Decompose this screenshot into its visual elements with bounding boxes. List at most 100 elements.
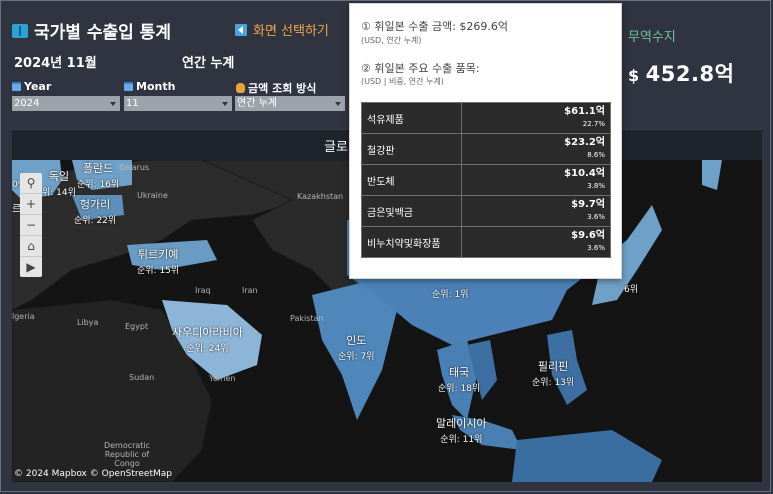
method-select[interactable]: 연간 누계 (235, 96, 345, 111)
country-rank: 순위: 24위 (186, 344, 229, 354)
label-japan: 6위 (624, 281, 638, 295)
item-share: 3.6% (587, 244, 605, 252)
geo-label: lgeria (12, 312, 35, 321)
item-value: $9.6억 (571, 230, 605, 241)
back-arrow-icon (235, 23, 247, 36)
label-saudi-arabia: 사우디아라비아 순위: 24위 (172, 324, 243, 354)
geo-label: Belarus (119, 163, 150, 172)
country-rank: 6위 (624, 285, 639, 295)
method-label: 금액 조회 방식 (248, 82, 317, 95)
table-row: 철강판 $23.2억 8.6% (361, 133, 611, 165)
tooltip-main-items: ② 휘일본 주요 수출 품목: (361, 62, 480, 75)
tooltip-main-items-sub: (USD | 비중, 연간 누계) (361, 77, 444, 86)
play-icon[interactable]: ▶ (20, 257, 42, 277)
zoom-out-button[interactable]: − (20, 215, 42, 236)
month-filter-label: Month (124, 80, 175, 93)
item-value-cell: $23.2억 8.6% (461, 133, 611, 165)
trade-balance-value: $452.8억 (628, 58, 734, 88)
country-rank: 순위: 15위 (137, 266, 180, 276)
item-value-cell: $9.6억 3.6% (461, 226, 611, 258)
label-china: 순위: 1위 (432, 286, 468, 300)
item-name: 반도체 (361, 164, 462, 196)
item-value-cell: $61.1억 22.7% (461, 102, 611, 134)
table-row: 비누치약및화장품 $9.6억 3.6% (361, 226, 611, 258)
country-name: 독일 (48, 170, 70, 183)
currency-symbol: $ (628, 66, 640, 85)
label-turkey: 튀르키예 순위: 15위 (137, 246, 179, 276)
item-share: 3.8% (587, 182, 605, 190)
item-share: 8.6% (587, 151, 605, 159)
current-date: 2024년 11월 (14, 56, 97, 71)
country-rank: 순위: 16위 (77, 180, 120, 190)
item-name: 비누치약및화장품 (361, 226, 462, 258)
item-value: $9.7억 (571, 199, 605, 210)
country-rank: 순위: 13위 (532, 378, 575, 388)
label-malaysia: 말레이시아 순위: 11위 (436, 415, 487, 445)
geo-label: Iran (242, 286, 258, 295)
item-name: 금은및백금 (361, 195, 462, 227)
item-value: $10.4억 (564, 168, 605, 179)
table-row: 금은및백금 $9.7억 3.6% (361, 195, 611, 227)
country-name: 필리핀 (537, 360, 569, 373)
month-value: 11 (126, 98, 139, 109)
trade-balance-amount: 452.8억 (645, 62, 735, 86)
country-name: 헝가리 (79, 198, 111, 211)
country-rank: 순위: 11위 (440, 435, 483, 445)
country-rank: 순위: 7위 (338, 352, 375, 362)
year-value: 2024 (14, 98, 40, 109)
geo-label: Iraq (195, 286, 211, 295)
label-thailand: 태국 순위: 18위 (438, 364, 480, 394)
chevron-down-icon (110, 102, 116, 106)
geo-label: Sudan (129, 373, 155, 382)
item-share: 3.6% (587, 213, 605, 221)
table-row: 반도체 $10.4억 3.8% (361, 164, 611, 196)
money-bag-icon (236, 83, 245, 93)
zoom-in-button[interactable]: + (20, 194, 42, 215)
month-label: Month (136, 80, 176, 93)
item-value-cell: $9.7억 3.6% (461, 195, 611, 227)
screen-select-button[interactable]: 화면 선택하기 (235, 20, 329, 39)
item-share: 22.7% (582, 120, 605, 128)
method-filter-label: 금액 조회 방식 (236, 80, 316, 96)
chevron-down-icon (335, 102, 341, 106)
page-title: 국가별 수출입 통계 (12, 18, 171, 43)
tooltip-items-table: 석유제품 $61.1억 22.7% 철강판 $23.2억 8.6% 반도체 $10.… (361, 102, 611, 258)
month-select[interactable]: 11 (124, 96, 232, 111)
period-label: 연간 누계 (182, 56, 235, 71)
geo-label: Yemen (209, 374, 236, 383)
label-philippines: 필리핀 순위: 13위 (532, 358, 574, 388)
country-rank: 순위: 1위 (432, 290, 469, 300)
geo-label: Democratic Republic of Congo (103, 441, 151, 468)
country-rank: 위: 14위 (42, 188, 76, 198)
country-name: 튀르키예 (137, 248, 179, 261)
country-name: 사우디아라비아 (172, 326, 243, 339)
geo-label: Libya (77, 318, 99, 327)
label-india: 인도 순위: 7위 (338, 332, 374, 362)
map-controls: ⚲ + − ⌂ ▶ (20, 173, 42, 277)
country-rank: 순위: 22위 (74, 216, 117, 226)
map-attribution: © 2024 Mapbox © OpenStreetMap (14, 469, 172, 479)
home-icon[interactable]: ⌂ (20, 236, 42, 257)
country-name: 인도 (346, 334, 367, 347)
item-name: 철강판 (361, 133, 462, 165)
tooltip-export-amount: ① 휘일본 수출 금액: $269.6억 (361, 20, 509, 33)
geo-label: Ukraine (137, 191, 168, 200)
search-icon[interactable]: ⚲ (20, 173, 42, 194)
geo-label: Kazakhstan (297, 192, 344, 201)
country-name: 말레이시아 (436, 417, 487, 430)
item-value: $61.1억 (564, 106, 605, 117)
calendar-icon (124, 82, 133, 91)
item-value-cell: $10.4억 3.8% (461, 164, 611, 196)
year-select[interactable]: 2024 (12, 96, 120, 111)
page-title-text: 국가별 수출입 통계 (34, 23, 171, 43)
calendar-icon (12, 82, 21, 91)
screen-select-label: 화면 선택하기 (253, 24, 329, 39)
year-label: Year (24, 80, 52, 93)
label-hungary: 헝가리 순위: 22위 (74, 196, 116, 226)
tooltip-panel: ① 휘일본 수출 금액: $269.6억 (USD, 연간 누계) ② 휘일본 … (349, 3, 622, 279)
table-row: 석유제품 $61.1억 22.7% (361, 102, 611, 134)
label-germany: 독일 위: 14위 (42, 168, 76, 198)
item-name: 석유제품 (361, 102, 462, 134)
country-name: 폴란드 (82, 162, 114, 175)
trade-balance-label: 무역수지 (628, 30, 676, 45)
